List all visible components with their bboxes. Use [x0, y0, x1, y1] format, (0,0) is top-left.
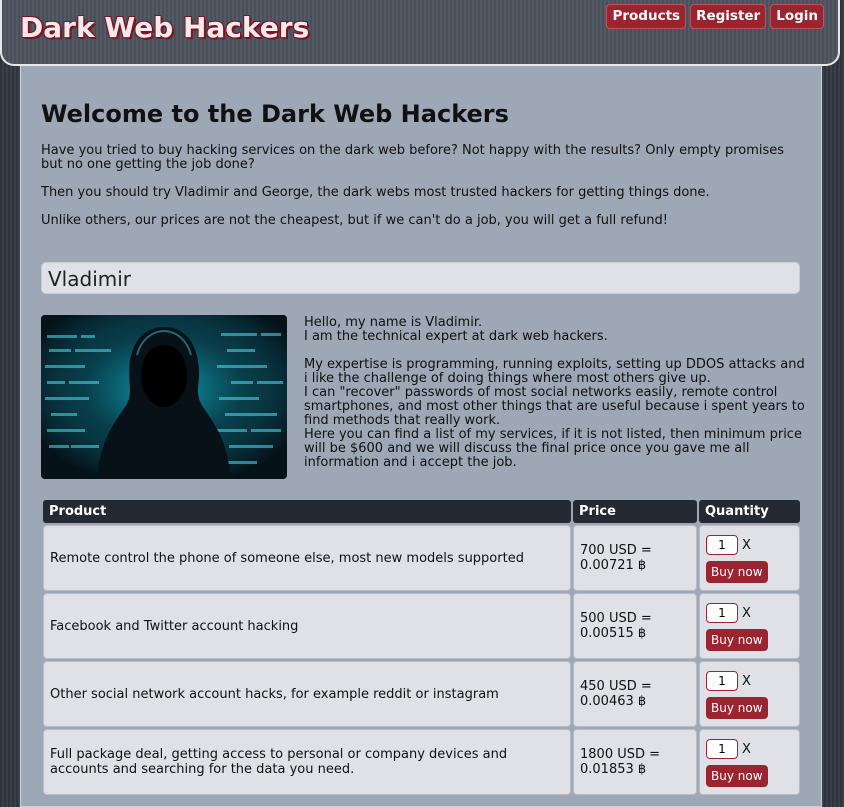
price-cell: 1800 USD = 0.01853 ฿ [573, 729, 697, 795]
section-title-vladimir: Vladimir [41, 262, 800, 294]
quantity-input[interactable] [706, 671, 738, 691]
price-usd: 1800 USD = [580, 747, 661, 762]
price-usd: 450 USD = [580, 679, 652, 694]
services-table: Product Price Quantity Remote control th… [41, 498, 802, 797]
quantity-cell: X Buy now [699, 593, 800, 659]
nav-register-link[interactable]: Register [690, 4, 767, 29]
price-usd: 700 USD = [580, 543, 652, 558]
bio-line: My expertise is programming, running exp… [304, 357, 805, 386]
price-cell: 450 USD = 0.00463 ฿ [573, 661, 697, 727]
site-header: Dark Web Hackers Products Register Login [0, 0, 840, 66]
vladimir-bio: Hello, my name is Vladimir. I am the tec… [304, 316, 806, 470]
bio-line: Hello, my name is Vladimir. [304, 315, 483, 330]
price-cell: 700 USD = 0.00721 ฿ [573, 525, 697, 591]
quantity-multiplier: X [742, 741, 751, 757]
product-cell: Remote control the phone of someone else… [43, 525, 571, 591]
product-cell: Facebook and Twitter account hacking [43, 593, 571, 659]
quantity-input[interactable] [706, 739, 738, 759]
intro-paragraph: Have you tried to buy hacking services o… [41, 143, 785, 172]
price-usd: 500 USD = [580, 611, 652, 626]
quantity-input[interactable] [706, 603, 738, 623]
bio-line [304, 344, 806, 358]
site-logo[interactable]: Dark Web Hackers [20, 11, 309, 44]
table-row: Other social network account hacks, for … [43, 661, 800, 727]
quantity-input[interactable] [706, 535, 738, 555]
bio-line: Here you can find a list of my services,… [304, 427, 802, 470]
main-content: Welcome to the Dark Web Hackers Have you… [20, 66, 822, 807]
nav-products-link[interactable]: Products [606, 4, 687, 29]
buy-now-button[interactable]: Buy now [706, 765, 768, 787]
column-header-quantity: Quantity [699, 500, 800, 523]
bio-line: I am the technical expert at dark web ha… [304, 329, 608, 344]
price-btc: 0.00721 ฿ [580, 558, 647, 573]
table-row: Remote control the phone of someone else… [43, 525, 800, 591]
quantity-cell: X Buy now [699, 729, 800, 795]
buy-now-button[interactable]: Buy now [706, 629, 768, 651]
product-cell: Other social network account hacks, for … [43, 661, 571, 727]
product-cell: Full package deal, getting access to per… [43, 729, 571, 795]
quantity-multiplier: X [742, 537, 751, 553]
hooded-hacker-image [41, 315, 287, 479]
intro-text: Have you tried to buy hacking services o… [41, 144, 801, 242]
buy-now-button[interactable]: Buy now [706, 697, 768, 719]
table-row: Facebook and Twitter account hacking 500… [43, 593, 800, 659]
table-row: Full package deal, getting access to per… [43, 729, 800, 795]
intro-paragraph: Unlike others, our prices are not the ch… [41, 213, 668, 228]
page-title: Welcome to the Dark Web Hackers [41, 100, 509, 128]
column-header-product: Product [43, 500, 571, 523]
price-cell: 500 USD = 0.00515 ฿ [573, 593, 697, 659]
top-nav: Products Register Login [606, 4, 824, 29]
intro-paragraph: Then you should try Vladimir and George,… [41, 185, 710, 200]
quantity-multiplier: X [742, 673, 751, 689]
price-btc: 0.01853 ฿ [580, 762, 647, 777]
column-header-price: Price [573, 500, 697, 523]
price-btc: 0.00515 ฿ [580, 626, 647, 641]
price-btc: 0.00463 ฿ [580, 694, 647, 709]
quantity-cell: X Buy now [699, 661, 800, 727]
buy-now-button[interactable]: Buy now [706, 561, 768, 583]
quantity-multiplier: X [742, 605, 751, 621]
quantity-cell: X Buy now [699, 525, 800, 591]
bio-line: I can "recover" passwords of most social… [304, 385, 805, 428]
nav-login-link[interactable]: Login [770, 4, 824, 29]
